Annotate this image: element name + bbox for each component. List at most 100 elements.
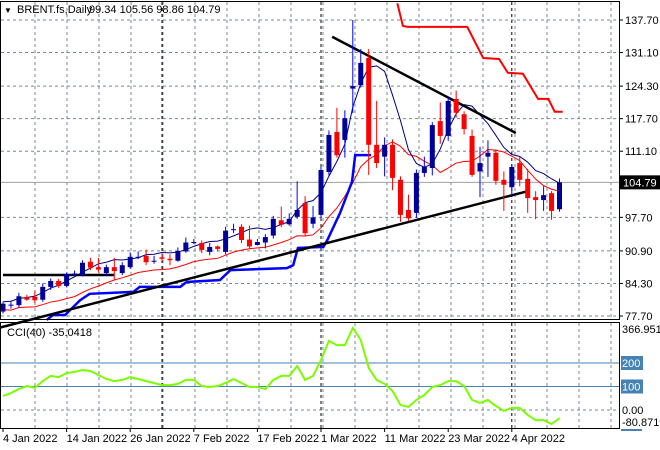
candle-body	[215, 246, 221, 249]
candle-body	[358, 62, 364, 86]
bearish-candle	[87, 257, 93, 271]
triangle-down-icon[interactable]: ▼	[4, 6, 12, 15]
cci-level-label: 100	[622, 382, 640, 394]
candle-body	[382, 144, 388, 157]
time-tick-label: 7 Feb 2022	[194, 433, 250, 445]
candle-body	[223, 230, 229, 252]
candle-body	[557, 182, 562, 210]
bearish-candle	[334, 107, 340, 158]
price-tick-label: 97.70	[625, 212, 653, 224]
candle-body	[302, 203, 308, 234]
fast-moving-average	[2, 65, 560, 303]
candle-body	[493, 152, 499, 181]
bullish-candle	[294, 181, 300, 219]
bearish-candle	[239, 224, 244, 243]
bullish-candle	[119, 262, 125, 276]
chart-header[interactable]: ▼ BRENT.fs,Daily 99.34 105.56 98.86 104.…	[4, 4, 221, 16]
bullish-candle	[231, 223, 237, 234]
bullish-candle	[270, 215, 276, 239]
candle-body	[310, 217, 316, 224]
candle-body	[254, 242, 260, 245]
cci-axis-label: 0.00	[622, 405, 643, 417]
bullish-candle	[445, 96, 451, 141]
candle-body	[199, 242, 205, 250]
symbol-label: BRENT.fs,Daily	[17, 4, 93, 16]
candle-body	[405, 209, 411, 219]
trendline	[0, 189, 529, 329]
bearish-candle	[374, 100, 380, 168]
bearish-candle	[493, 149, 499, 185]
candle-body	[541, 195, 547, 201]
bearish-candle	[461, 111, 467, 135]
time-tick-label: 11 Mar 2022	[385, 433, 446, 445]
candle-body	[437, 121, 443, 136]
candle-body	[246, 239, 252, 247]
candle-body	[390, 144, 396, 178]
bullish-candle	[0, 301, 6, 314]
candle-body	[143, 255, 149, 263]
candle-body	[374, 144, 380, 164]
bearish-candle	[533, 191, 539, 220]
bullish-candle	[223, 226, 229, 255]
candle-body	[366, 57, 372, 145]
price-tick-label: 137.70	[625, 15, 659, 27]
candle-body	[32, 296, 38, 301]
cci-panel-border	[0, 322, 620, 429]
candle-body	[549, 193, 555, 211]
candle-body	[286, 218, 292, 225]
candle-body	[469, 135, 475, 175]
candle-body	[231, 229, 237, 231]
bullish-candle	[127, 252, 133, 269]
candle-body	[135, 256, 141, 258]
candle-body	[350, 86, 356, 89]
time-tick-label: 1 Mar 2022	[321, 433, 377, 445]
bearish-candle	[398, 176, 403, 222]
ohlc-label: 99.34 105.56 98.86 104.79	[89, 4, 221, 16]
candle-body	[167, 258, 173, 261]
bullish-candle	[413, 169, 419, 218]
bullish-candle	[175, 247, 181, 262]
bearish-candle	[199, 240, 205, 254]
cci-label: CCI(40) -35.0418	[7, 327, 92, 339]
bullish-candle	[485, 140, 491, 177]
candle-body	[445, 100, 451, 136]
price-tick-label: 111.10	[625, 146, 657, 158]
bearish-candle	[111, 257, 117, 280]
bullish-candle	[326, 130, 332, 177]
price-tick-label: 124.30	[625, 81, 659, 93]
bullish-candle	[382, 137, 388, 177]
candle-body	[239, 226, 244, 241]
candle-body	[398, 179, 403, 215]
candle-body	[56, 280, 62, 286]
bearish-candle	[143, 249, 149, 266]
candle-body	[453, 98, 459, 113]
candle-body	[207, 246, 213, 252]
bullish-candle	[40, 283, 46, 302]
candle-body	[326, 134, 332, 172]
time-tick-label: 4 Apr 2022	[512, 433, 565, 445]
candle-body	[48, 280, 54, 287]
main-panel-border	[0, 1, 620, 320]
bullish-candle	[151, 255, 157, 264]
grid	[1, 2, 619, 428]
bullish-candle	[254, 239, 260, 246]
candle-body	[127, 256, 133, 268]
time-tick-label: 23 Mar 2022	[448, 433, 510, 445]
bullish-candle	[286, 213, 292, 226]
candle-body	[461, 114, 467, 130]
bearish-candle	[405, 194, 411, 221]
candle-body	[175, 250, 181, 261]
candle-body	[72, 273, 78, 275]
candle-body	[151, 260, 157, 262]
time-tick-label: 4 Jan 2022	[3, 433, 57, 445]
time-tick-label: 17 Feb 2022	[257, 433, 319, 445]
bullish-candle	[207, 242, 213, 256]
candle-body	[533, 197, 539, 201]
candle-body	[278, 220, 284, 225]
bearish-candle	[469, 129, 475, 177]
bullish-candle	[342, 110, 348, 158]
candle-body	[183, 242, 189, 252]
bullish-candle	[557, 178, 562, 212]
candle-body	[40, 286, 46, 300]
current-price-label: 104.79	[623, 177, 657, 189]
